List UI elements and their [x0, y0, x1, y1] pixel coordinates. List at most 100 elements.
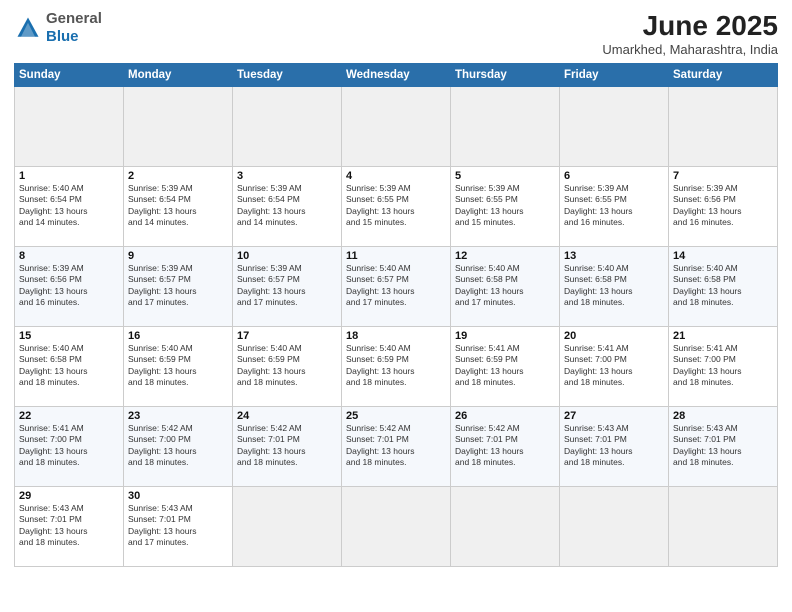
day-number: 28 — [673, 410, 773, 422]
day-cell — [124, 87, 233, 167]
logo-blue: Blue — [46, 28, 79, 45]
header-row: SundayMondayTuesdayWednesdayThursdayFrid… — [15, 64, 778, 87]
day-info: Sunrise: 5:43 AM Sunset: 7:01 PM Dayligh… — [564, 423, 664, 469]
day-info: Sunrise: 5:43 AM Sunset: 7:01 PM Dayligh… — [19, 503, 119, 549]
day-info: Sunrise: 5:39 AM Sunset: 6:54 PM Dayligh… — [128, 183, 228, 229]
day-cell: 26Sunrise: 5:42 AM Sunset: 7:01 PM Dayli… — [451, 407, 560, 487]
day-info: Sunrise: 5:39 AM Sunset: 6:56 PM Dayligh… — [19, 263, 119, 309]
day-info: Sunrise: 5:40 AM Sunset: 6:58 PM Dayligh… — [564, 263, 664, 309]
day-info: Sunrise: 5:40 AM Sunset: 6:58 PM Dayligh… — [673, 263, 773, 309]
month-title: June 2025 — [602, 10, 778, 42]
day-info: Sunrise: 5:39 AM Sunset: 6:56 PM Dayligh… — [673, 183, 773, 229]
day-cell: 17Sunrise: 5:40 AM Sunset: 6:59 PM Dayli… — [233, 327, 342, 407]
day-info: Sunrise: 5:39 AM Sunset: 6:55 PM Dayligh… — [564, 183, 664, 229]
day-info: Sunrise: 5:42 AM Sunset: 7:01 PM Dayligh… — [346, 423, 446, 469]
day-info: Sunrise: 5:39 AM Sunset: 6:54 PM Dayligh… — [237, 183, 337, 229]
day-number: 22 — [19, 410, 119, 422]
col-header-sunday: Sunday — [15, 64, 124, 87]
day-number: 4 — [346, 170, 446, 182]
logo: General Blue — [14, 10, 102, 46]
day-cell: 16Sunrise: 5:40 AM Sunset: 6:59 PM Dayli… — [124, 327, 233, 407]
day-cell: 5Sunrise: 5:39 AM Sunset: 6:55 PM Daylig… — [451, 167, 560, 247]
week-row-1: 1Sunrise: 5:40 AM Sunset: 6:54 PM Daylig… — [15, 167, 778, 247]
day-info: Sunrise: 5:41 AM Sunset: 7:00 PM Dayligh… — [19, 423, 119, 469]
day-info: Sunrise: 5:40 AM Sunset: 6:59 PM Dayligh… — [346, 343, 446, 389]
col-header-wednesday: Wednesday — [342, 64, 451, 87]
day-info: Sunrise: 5:40 AM Sunset: 6:59 PM Dayligh… — [128, 343, 228, 389]
day-number: 11 — [346, 250, 446, 262]
day-info: Sunrise: 5:40 AM Sunset: 6:54 PM Dayligh… — [19, 183, 119, 229]
day-number: 21 — [673, 330, 773, 342]
calendar-page: General Blue June 2025 Umarkhed, Maharas… — [0, 0, 792, 612]
day-info: Sunrise: 5:41 AM Sunset: 7:00 PM Dayligh… — [564, 343, 664, 389]
day-cell: 13Sunrise: 5:40 AM Sunset: 6:58 PM Dayli… — [560, 247, 669, 327]
day-cell — [669, 487, 778, 567]
day-cell: 14Sunrise: 5:40 AM Sunset: 6:58 PM Dayli… — [669, 247, 778, 327]
day-cell: 10Sunrise: 5:39 AM Sunset: 6:57 PM Dayli… — [233, 247, 342, 327]
day-cell: 7Sunrise: 5:39 AM Sunset: 6:56 PM Daylig… — [669, 167, 778, 247]
day-cell: 30Sunrise: 5:43 AM Sunset: 7:01 PM Dayli… — [124, 487, 233, 567]
day-number: 10 — [237, 250, 337, 262]
day-cell — [451, 87, 560, 167]
week-row-4: 22Sunrise: 5:41 AM Sunset: 7:00 PM Dayli… — [15, 407, 778, 487]
day-cell: 24Sunrise: 5:42 AM Sunset: 7:01 PM Dayli… — [233, 407, 342, 487]
day-info: Sunrise: 5:42 AM Sunset: 7:01 PM Dayligh… — [455, 423, 555, 469]
day-number: 14 — [673, 250, 773, 262]
day-number: 20 — [564, 330, 664, 342]
day-info: Sunrise: 5:39 AM Sunset: 6:57 PM Dayligh… — [128, 263, 228, 309]
day-cell: 20Sunrise: 5:41 AM Sunset: 7:00 PM Dayli… — [560, 327, 669, 407]
day-number: 7 — [673, 170, 773, 182]
day-info: Sunrise: 5:39 AM Sunset: 6:55 PM Dayligh… — [346, 183, 446, 229]
col-header-saturday: Saturday — [669, 64, 778, 87]
day-number: 30 — [128, 490, 228, 502]
week-row-0 — [15, 87, 778, 167]
day-number: 18 — [346, 330, 446, 342]
day-info: Sunrise: 5:42 AM Sunset: 7:00 PM Dayligh… — [128, 423, 228, 469]
day-number: 19 — [455, 330, 555, 342]
title-block: June 2025 Umarkhed, Maharashtra, India — [602, 10, 778, 57]
day-cell: 6Sunrise: 5:39 AM Sunset: 6:55 PM Daylig… — [560, 167, 669, 247]
day-info: Sunrise: 5:41 AM Sunset: 6:59 PM Dayligh… — [455, 343, 555, 389]
day-number: 25 — [346, 410, 446, 422]
week-row-5: 29Sunrise: 5:43 AM Sunset: 7:01 PM Dayli… — [15, 487, 778, 567]
col-header-thursday: Thursday — [451, 64, 560, 87]
day-number: 3 — [237, 170, 337, 182]
day-cell: 23Sunrise: 5:42 AM Sunset: 7:00 PM Dayli… — [124, 407, 233, 487]
week-row-2: 8Sunrise: 5:39 AM Sunset: 6:56 PM Daylig… — [15, 247, 778, 327]
day-number: 29 — [19, 490, 119, 502]
day-cell: 2Sunrise: 5:39 AM Sunset: 6:54 PM Daylig… — [124, 167, 233, 247]
day-info: Sunrise: 5:40 AM Sunset: 6:59 PM Dayligh… — [237, 343, 337, 389]
day-info: Sunrise: 5:39 AM Sunset: 6:57 PM Dayligh… — [237, 263, 337, 309]
day-cell: 27Sunrise: 5:43 AM Sunset: 7:01 PM Dayli… — [560, 407, 669, 487]
day-cell — [451, 487, 560, 567]
day-info: Sunrise: 5:42 AM Sunset: 7:01 PM Dayligh… — [237, 423, 337, 469]
day-info: Sunrise: 5:43 AM Sunset: 7:01 PM Dayligh… — [128, 503, 228, 549]
day-number: 26 — [455, 410, 555, 422]
day-number: 8 — [19, 250, 119, 262]
day-number: 23 — [128, 410, 228, 422]
day-cell: 19Sunrise: 5:41 AM Sunset: 6:59 PM Dayli… — [451, 327, 560, 407]
day-number: 5 — [455, 170, 555, 182]
day-info: Sunrise: 5:40 AM Sunset: 6:58 PM Dayligh… — [19, 343, 119, 389]
day-number: 15 — [19, 330, 119, 342]
header: General Blue June 2025 Umarkhed, Maharas… — [14, 10, 778, 57]
day-cell: 4Sunrise: 5:39 AM Sunset: 6:55 PM Daylig… — [342, 167, 451, 247]
col-header-friday: Friday — [560, 64, 669, 87]
logo-general: General — [46, 10, 102, 27]
week-row-3: 15Sunrise: 5:40 AM Sunset: 6:58 PM Dayli… — [15, 327, 778, 407]
day-number: 1 — [19, 170, 119, 182]
day-number: 24 — [237, 410, 337, 422]
day-cell: 1Sunrise: 5:40 AM Sunset: 6:54 PM Daylig… — [15, 167, 124, 247]
day-cell: 21Sunrise: 5:41 AM Sunset: 7:00 PM Dayli… — [669, 327, 778, 407]
day-cell: 18Sunrise: 5:40 AM Sunset: 6:59 PM Dayli… — [342, 327, 451, 407]
day-cell — [560, 487, 669, 567]
day-info: Sunrise: 5:40 AM Sunset: 6:58 PM Dayligh… — [455, 263, 555, 309]
day-cell: 25Sunrise: 5:42 AM Sunset: 7:01 PM Dayli… — [342, 407, 451, 487]
day-cell: 15Sunrise: 5:40 AM Sunset: 6:58 PM Dayli… — [15, 327, 124, 407]
day-cell — [342, 87, 451, 167]
day-info: Sunrise: 5:41 AM Sunset: 7:00 PM Dayligh… — [673, 343, 773, 389]
day-cell — [342, 487, 451, 567]
day-info: Sunrise: 5:39 AM Sunset: 6:55 PM Dayligh… — [455, 183, 555, 229]
col-header-tuesday: Tuesday — [233, 64, 342, 87]
day-cell — [233, 487, 342, 567]
